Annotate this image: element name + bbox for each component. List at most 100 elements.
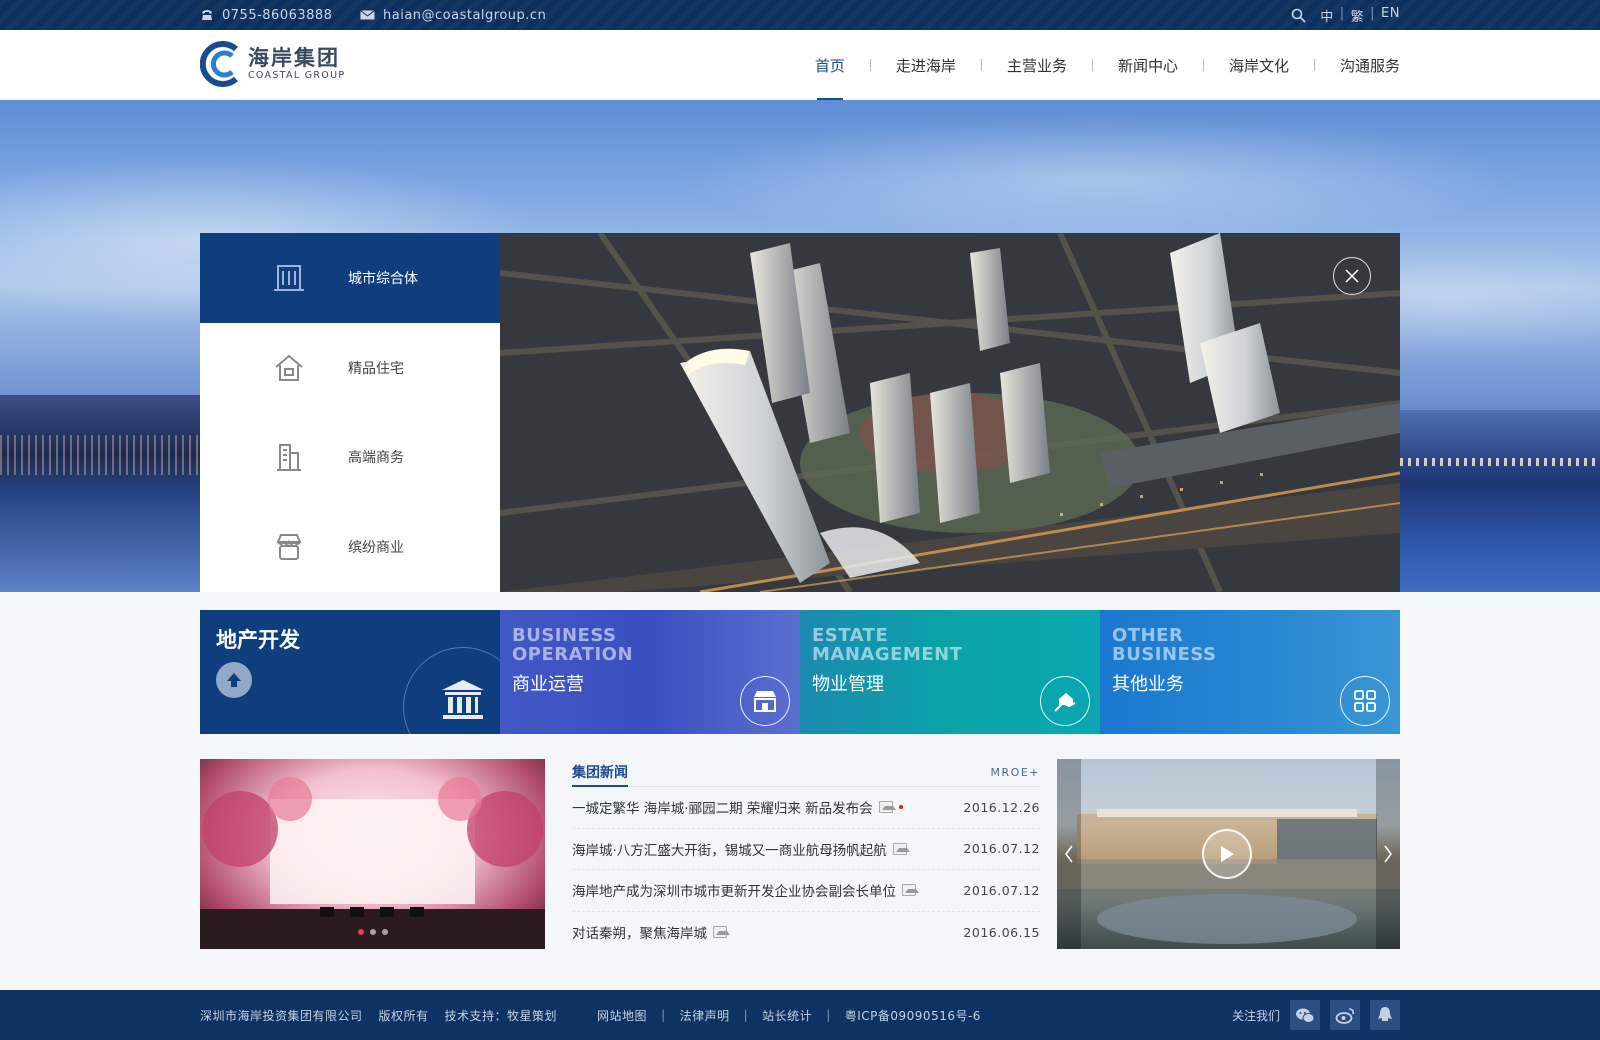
lang-english[interactable]: EN — [1381, 6, 1400, 25]
bank-icon — [403, 647, 500, 734]
news-item-title[interactable]: 对话秦朔，聚焦海岸城 — [572, 922, 707, 942]
image-icon — [878, 801, 896, 814]
hero-project-photo — [500, 233, 1400, 592]
footer-link-stats[interactable]: 站长统计 — [762, 1007, 812, 1024]
play-icon — [1221, 846, 1234, 862]
tile-real-estate[interactable]: 地产开发 — [200, 610, 500, 734]
news-item[interactable]: 一城定繁华 海岸城·郦园二期 荣耀归来 新品发布会 2016.12.26 — [572, 787, 1040, 829]
image-icon — [902, 884, 919, 897]
news-item[interactable]: 海岸城·八方汇盛大开街，锡城又一商业航母扬帆起航 2016.07.12 — [572, 829, 1040, 870]
footer-link-sitemap[interactable]: 网站地图 — [597, 1007, 647, 1024]
footer-company: 深圳市海岸投资集团有限公司 — [200, 1008, 363, 1023]
site-footer: 深圳市海岸投资集团有限公司 版权所有 技术支持：牧星策划 网站地图 | 法律声明… — [0, 990, 1600, 1040]
tile-title-en: OTHER BUSINESS — [1112, 625, 1217, 665]
biz-label: 缤纷商业 — [348, 540, 404, 557]
tile-title-en: ESTATE MANAGEMENT — [812, 625, 963, 665]
arrow-up-icon[interactable] — [216, 662, 252, 698]
tile-estate-management[interactable]: ESTATE MANAGEMENT 物业管理 — [800, 610, 1100, 734]
carousel-dot[interactable] — [369, 929, 376, 935]
footer-links: 网站地图 | 法律声明 | 站长统计 | 粤ICP备09090516号-6 — [597, 1007, 981, 1024]
close-icon — [1345, 269, 1359, 283]
phone-number: 0755-86063888 — [222, 7, 333, 23]
group-news: 集团新闻 MROE+ 一城定繁华 海岸城·郦园二期 荣耀归来 新品发布会 201… — [572, 759, 1040, 949]
tile-title-en: BUSINESS OPERATION — [512, 625, 634, 665]
nav-service[interactable]: 沟通服务 — [1340, 30, 1400, 100]
tile-title-cn: 地产开发 — [216, 628, 300, 652]
footer-link-legal[interactable]: 法律声明 — [680, 1007, 730, 1024]
qq-icon[interactable] — [1370, 1000, 1400, 1030]
chevron-right-icon — [1384, 845, 1392, 863]
weibo-icon[interactable] — [1330, 1000, 1360, 1030]
news-item-date: 2016.06.15 — [963, 924, 1040, 940]
biz-label: 城市综合体 — [348, 270, 418, 287]
news-item-title[interactable]: 一城定繁华 海岸城·郦园二期 荣耀归来 新品发布会 — [572, 797, 873, 817]
image-icon — [892, 842, 910, 855]
news-item-date: 2016.07.12 — [963, 841, 1040, 857]
hero-banner: 城市综合体 精品住宅 高端商务 缤纷商业 — [0, 100, 1600, 592]
building-icon — [272, 261, 306, 295]
logo-name-cn: 海岸集团 — [248, 46, 340, 70]
carousel-dot[interactable] — [381, 929, 388, 935]
house-icon — [272, 351, 306, 385]
tile-other-business[interactable]: OTHER BUSINESS 其他业务 — [1100, 610, 1400, 734]
site-logo[interactable]: 海岸集团 COASTAL GROUP — [200, 41, 345, 87]
news-item-title[interactable]: 海岸城·八方汇盛大开街，锡城又一商业航母扬帆起航 — [572, 839, 887, 859]
play-button[interactable] — [1202, 829, 1252, 879]
event-photo[interactable] — [200, 759, 545, 949]
phone-icon — [202, 10, 212, 20]
business-tiles: 地产开发 BUSINESS OPERATION 商业运营 ESTATE MANAGE… — [200, 610, 1400, 734]
biz-item-commercial[interactable]: 缤纷商业 — [200, 502, 500, 592]
coastal-logo-icon — [200, 41, 238, 87]
next-arrow[interactable] — [1376, 759, 1400, 949]
wechat-icon[interactable] — [1290, 1000, 1320, 1030]
mail-icon — [360, 10, 375, 20]
prev-arrow[interactable] — [1057, 759, 1081, 949]
nav-culture[interactable]: 海岸文化 — [1229, 30, 1289, 100]
grid-icon[interactable] — [1340, 676, 1390, 726]
biz-item-premium-residence[interactable]: 精品住宅 — [200, 323, 500, 413]
logo-name-en: COASTAL GROUP — [248, 70, 346, 81]
city-aerial-illustration — [500, 233, 1400, 592]
new-indicator — [898, 805, 903, 810]
tile-title-cn: 物业管理 — [812, 674, 884, 695]
news-item-title[interactable]: 海岸地产成为深圳市城市更新开发企业协会副会长单位 — [572, 880, 896, 900]
nav-home[interactable]: 首页 — [815, 30, 845, 100]
tile-title-cn: 商业运营 — [512, 674, 584, 695]
biz-label: 精品住宅 — [348, 360, 404, 377]
news-item-date: 2016.07.12 — [963, 882, 1040, 898]
hand-house-icon[interactable] — [1040, 676, 1090, 726]
news-more-link[interactable]: MROE+ — [991, 766, 1040, 779]
email-contact[interactable]: haian@coastalgroup.cn — [360, 0, 546, 30]
hero-close-button[interactable] — [1333, 257, 1371, 295]
email-address[interactable]: haian@coastalgroup.cn — [383, 8, 546, 23]
topbar-tools: 中 | 繁 | EN — [1291, 0, 1400, 30]
shop-icon — [272, 530, 306, 564]
phone-contact: 0755-86063888 — [200, 0, 332, 30]
news-item-date: 2016.12.26 — [963, 799, 1040, 815]
carousel-dots — [200, 929, 545, 935]
nav-business[interactable]: 主营业务 — [1007, 30, 1067, 100]
nav-about[interactable]: 走进海岸 — [896, 30, 956, 100]
nav-news[interactable]: 新闻中心 — [1118, 30, 1178, 100]
search-icon[interactable] — [1291, 8, 1306, 23]
news-item[interactable]: 对话秦朔，聚焦海岸城 2016.06.15 — [572, 912, 1040, 954]
store-icon[interactable] — [740, 676, 790, 726]
biz-item-urban-complex[interactable]: 城市综合体 — [200, 233, 500, 323]
project-video[interactable] — [1057, 759, 1400, 949]
news-item[interactable]: 海岸地产成为深圳市城市更新开发企业协会副会长单位 2016.07.12 — [572, 870, 1040, 912]
tile-business-operation[interactable]: BUSINESS OPERATION 商业运营 — [500, 610, 800, 734]
background-city-left — [0, 395, 200, 592]
office-tower-icon — [272, 440, 306, 474]
biz-label: 高端商务 — [348, 450, 404, 467]
footer-rights: 版权所有 — [378, 1008, 429, 1023]
site-header: 海岸集团 COASTAL GROUP 首页 走进海岸 主营业务 新闻中心 海岸文… — [0, 30, 1600, 100]
lang-zh-traditional[interactable]: 繁 — [1351, 6, 1365, 25]
background-city-right — [1400, 410, 1600, 592]
footer-icp[interactable]: 粤ICP备09090516号-6 — [845, 1007, 981, 1024]
lang-zh-simplified[interactable]: 中 — [1320, 6, 1334, 25]
chevron-left-icon — [1065, 845, 1073, 863]
carousel-dot[interactable] — [357, 929, 364, 935]
biz-item-high-end-business[interactable]: 高端商务 — [200, 413, 500, 503]
event-stage-illustration — [200, 777, 545, 949]
news-section-title: 集团新闻 — [572, 759, 628, 787]
